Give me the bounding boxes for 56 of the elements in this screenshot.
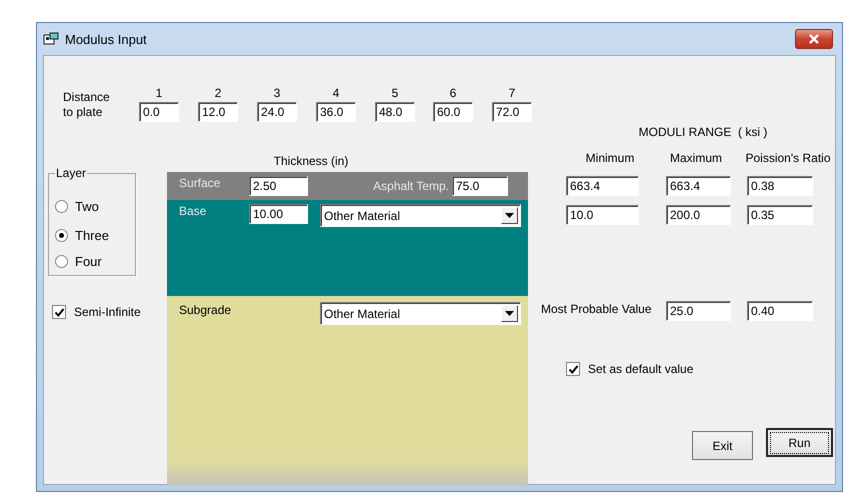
window-icon xyxy=(43,32,59,46)
thickness-field[interactable]: 10.00 xyxy=(249,204,308,224)
point-number: 4 xyxy=(332,86,340,100)
probable-value-field[interactable]: 0.40 xyxy=(747,301,813,321)
material-dropdown[interactable]: Other Material xyxy=(320,204,521,227)
modulus-field[interactable]: 663.4 xyxy=(666,176,731,196)
radio-button[interactable] xyxy=(55,200,68,213)
checkbox-label[interactable]: Semi-Infinite xyxy=(74,305,141,319)
layer-name: Base xyxy=(179,204,206,218)
column-header: Minimum xyxy=(584,151,636,165)
dialog-button[interactable]: Exit xyxy=(692,431,753,460)
layer-name: Surface xyxy=(179,176,220,190)
radio-label[interactable]: Four xyxy=(75,254,102,269)
modulus-field[interactable]: 663.4 xyxy=(566,176,639,196)
radio-button[interactable] xyxy=(55,229,68,242)
dialog-button[interactable]: Run xyxy=(766,428,833,457)
modulus-field[interactable]: 200.0 xyxy=(666,205,731,225)
point-number: 6 xyxy=(448,86,458,100)
column-header: Poission's Ratio xyxy=(744,151,832,165)
material-dropdown[interactable]: Other Material xyxy=(320,302,521,325)
most-probable-label: Most Probable Value xyxy=(541,302,652,316)
moduli-title: MODULI RANGE ( ksi ) xyxy=(638,125,768,139)
group-legend: Layer xyxy=(55,166,88,180)
caret-icon xyxy=(505,311,514,316)
radio-label[interactable]: Three xyxy=(75,228,109,243)
point-number: 1 xyxy=(154,86,164,100)
distance-field[interactable]: 48.0 xyxy=(375,102,415,122)
checkbox-label[interactable]: Set as default value xyxy=(588,362,694,376)
distance-field[interactable]: 24.0 xyxy=(257,102,297,122)
window-title: Modulus Input xyxy=(65,32,147,46)
close-button[interactable] xyxy=(795,29,833,49)
probable-value-field[interactable]: 25.0 xyxy=(666,301,731,321)
distance-label: Distance to plate xyxy=(63,90,111,120)
checkbox[interactable] xyxy=(566,362,580,376)
point-number: 3 xyxy=(272,86,282,100)
layer-name: Subgrade xyxy=(179,303,232,317)
distance-field[interactable]: 12.0 xyxy=(198,102,238,122)
point-number: 2 xyxy=(214,86,222,100)
point-number: 5 xyxy=(390,86,400,100)
distance-field[interactable]: 72.0 xyxy=(492,102,532,122)
thickness-header: Thickness (in) xyxy=(272,154,350,168)
checkbox[interactable] xyxy=(52,305,66,319)
distance-field[interactable]: 60.0 xyxy=(433,102,473,122)
thickness-field[interactable]: 2.50 xyxy=(249,176,308,196)
point-number: 7 xyxy=(508,86,516,100)
asphalt-temp-label: Asphalt Temp. xyxy=(373,179,449,193)
close-icon xyxy=(808,34,820,44)
modulus-field[interactable]: 10.0 xyxy=(566,205,639,225)
temperature-field[interactable]: 75.0 xyxy=(452,176,508,196)
modulus-field[interactable]: 0.38 xyxy=(747,176,813,196)
radio-button[interactable] xyxy=(55,255,68,268)
modulus-field[interactable]: 0.35 xyxy=(747,205,813,225)
radio-label[interactable]: Two xyxy=(75,199,99,214)
caret-icon xyxy=(505,213,514,218)
distance-field[interactable]: 0.0 xyxy=(139,102,179,122)
distance-field[interactable]: 36.0 xyxy=(316,102,356,122)
